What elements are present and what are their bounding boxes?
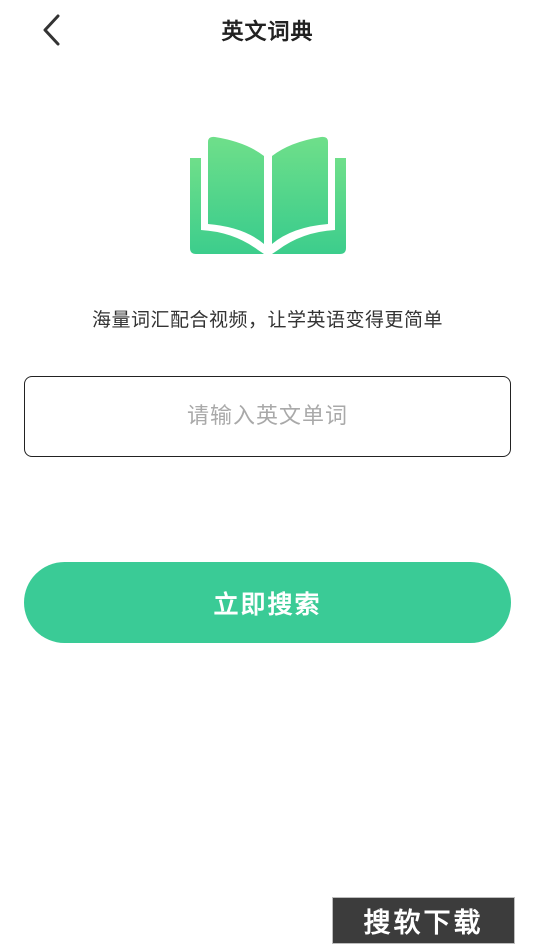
search-box	[24, 376, 511, 457]
search-input[interactable]	[25, 377, 510, 456]
search-button[interactable]: 立即搜索	[24, 562, 511, 643]
dictionary-page: 英文词典 海量词汇配合视频，让学英语变得更简单 立即搜索 搜软下载	[0, 0, 535, 951]
navigation-bar: 英文词典	[0, 0, 535, 62]
watermark-logo: 搜软下载	[332, 897, 515, 944]
tagline: 海量词汇配合视频，让学英语变得更简单	[91, 309, 443, 331]
open-book-icon	[188, 134, 348, 256]
page-title: 英文词典	[221, 20, 314, 45]
